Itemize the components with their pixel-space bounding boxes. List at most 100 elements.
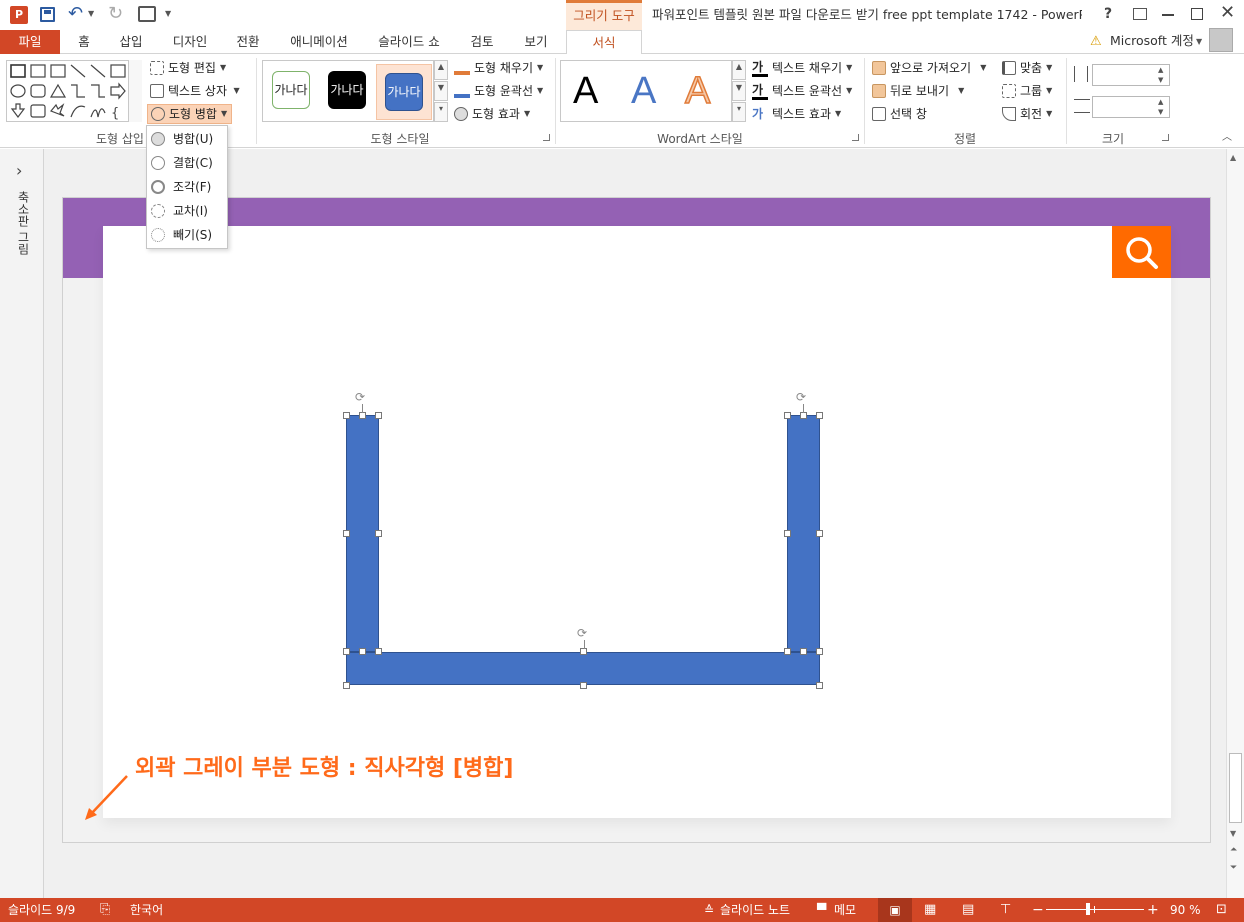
scroll-thumb[interactable] — [1229, 753, 1242, 823]
comments-icon[interactable]: ▀ — [817, 898, 826, 922]
notes-icon[interactable]: ≙ — [704, 898, 714, 922]
selection-handle[interactable] — [343, 682, 350, 689]
text-fill-button[interactable]: 가 텍스트 채우기 ▼ — [752, 58, 852, 78]
tab-format[interactable]: 서식 — [566, 30, 642, 55]
previous-slide-icon[interactable]: ⏶ — [1230, 845, 1237, 855]
bottom-horizontal-rectangle[interactable] — [346, 652, 820, 685]
tab-view[interactable]: 보기 — [514, 30, 558, 54]
wordart-scroll-down[interactable]: ▼ — [732, 81, 746, 101]
zoom-slider-thumb[interactable] — [1086, 903, 1090, 915]
bring-forward-button[interactable]: 앞으로 가져오기 ▼ — [872, 58, 986, 78]
wordart-gallery[interactable]: A A A — [560, 60, 732, 122]
text-box-button[interactable]: 텍스트 상자 ▼ — [150, 81, 240, 101]
selection-handle[interactable] — [375, 412, 382, 419]
selection-handle[interactable] — [816, 412, 823, 419]
shape-outline-button[interactable]: 도형 윤곽선 ▼ — [454, 81, 543, 101]
redo-icon[interactable]: ↻ — [108, 3, 123, 24]
rotate-button[interactable]: 회전 ▼ — [1002, 104, 1052, 124]
merge-combine-item[interactable]: 결합(C) — [151, 152, 213, 174]
edit-shape-button[interactable]: 도형 편집 ▼ — [150, 58, 226, 78]
selection-handle[interactable] — [343, 412, 350, 419]
comments-button[interactable]: 메모 — [834, 898, 856, 922]
shape-style-sample-black[interactable]: 가나다 — [328, 71, 366, 109]
wordart-scroll-up[interactable]: ▲ — [732, 60, 746, 80]
merge-shapes-button[interactable]: 도형 병합 ▼ — [147, 104, 233, 124]
shape-fill-button[interactable]: 도형 채우기 ▼ — [454, 58, 543, 78]
close-button[interactable]: ✕ — [1220, 2, 1235, 23]
rotation-handle-icon[interactable]: ⟳ — [577, 626, 587, 640]
customize-qat-icon[interactable]: ▼ — [165, 9, 171, 18]
selection-handle[interactable] — [343, 530, 350, 537]
scroll-down-arrow[interactable]: ▼ — [1230, 829, 1236, 838]
restore-button[interactable] — [1191, 8, 1203, 20]
ribbon-display-options-icon[interactable] — [1133, 8, 1147, 20]
shape-style-more[interactable]: ▾ — [434, 102, 448, 122]
reading-view-button[interactable]: ▤ — [962, 898, 974, 922]
align-button[interactable]: 맞춤 ▼ — [1002, 58, 1052, 78]
selection-handle[interactable] — [359, 412, 366, 419]
scroll-up-arrow[interactable]: ▲ — [1230, 153, 1236, 162]
text-outline-button[interactable]: 가 텍스트 윤곽선 ▼ — [752, 81, 852, 101]
selection-pane-button[interactable]: 선택 창 — [872, 104, 927, 124]
selection-handle[interactable] — [816, 530, 823, 537]
notes-button[interactable]: 슬라이드 노트 — [720, 898, 790, 922]
selection-handle[interactable] — [816, 648, 823, 655]
fit-to-window-icon[interactable]: ⊡ — [1216, 898, 1227, 922]
selection-handle[interactable] — [375, 648, 382, 655]
shapes-gallery-scroll[interactable] — [128, 60, 142, 122]
avatar[interactable] — [1209, 28, 1233, 52]
send-backward-button[interactable]: 뒤로 보내기 ▼ — [872, 81, 964, 101]
undo-dropdown-icon[interactable]: ▼ — [88, 9, 94, 18]
slide-canvas[interactable]: ⟳ ⟳ ⟳ 외곽 그레이 부분 도형 : 직사각형 [병합] — [62, 197, 1211, 843]
shape-style-gallery[interactable]: 가나다 가나다 가나다 — [262, 60, 434, 122]
help-button[interactable]: ? — [1104, 6, 1112, 22]
shapes-gallery[interactable]: { — [6, 60, 142, 122]
group-button[interactable]: 그룹 ▼ — [1002, 81, 1052, 101]
tab-home[interactable]: 홈 — [64, 30, 104, 54]
dialog-launcher-icon[interactable] — [852, 134, 859, 141]
present-icon[interactable] — [138, 6, 156, 22]
merge-subtract-item[interactable]: 빼기(S) — [151, 224, 212, 246]
wordart-sample-black[interactable]: A — [573, 69, 598, 113]
wordart-more[interactable]: ▾ — [732, 102, 746, 122]
normal-view-button[interactable]: ▣ — [878, 898, 912, 922]
shape-style-sample-outline[interactable]: 가나다 — [272, 71, 310, 109]
merge-union-item[interactable]: 병합(U) — [151, 128, 213, 150]
selection-handle[interactable] — [784, 648, 791, 655]
text-effects-button[interactable]: 가 텍스트 효과 ▼ — [752, 104, 841, 124]
vertical-scrollbar[interactable]: ▲ ▼ ⏶ ⏷ — [1226, 149, 1244, 898]
selection-handle[interactable] — [784, 530, 791, 537]
zoom-slider[interactable] — [1046, 903, 1144, 915]
tab-insert[interactable]: 삽입 — [110, 30, 152, 54]
tab-transitions[interactable]: 전환 — [226, 30, 270, 54]
collapse-ribbon-icon[interactable]: ︿ — [1222, 128, 1232, 143]
selection-handle[interactable] — [343, 648, 350, 655]
account-dropdown-icon[interactable]: ▼ — [1196, 37, 1202, 46]
zoom-out-button[interactable]: − — [1032, 898, 1044, 922]
minimize-button[interactable] — [1162, 14, 1174, 16]
slideshow-view-button[interactable]: ⊤ — [1000, 898, 1011, 922]
selection-handle[interactable] — [816, 682, 823, 689]
powerpoint-app-icon[interactable]: P — [10, 6, 28, 24]
shape-style-sample-blue-selected[interactable]: 가나다 — [376, 64, 432, 120]
tab-slideshow[interactable]: 슬라이드 쇼 — [370, 30, 448, 54]
next-slide-icon[interactable]: ⏷ — [1230, 863, 1237, 873]
selection-handle[interactable] — [375, 530, 382, 537]
tab-design[interactable]: 디자인 — [162, 30, 218, 54]
undo-icon[interactable]: ↶ — [68, 3, 83, 24]
shape-style-scroll-down[interactable]: ▼ — [434, 81, 448, 101]
zoom-level[interactable]: 90 % — [1170, 898, 1201, 922]
expand-thumbnail-icon[interactable]: › — [16, 161, 22, 180]
selection-handle[interactable] — [784, 412, 791, 419]
save-icon[interactable] — [40, 7, 55, 22]
dialog-launcher-icon[interactable] — [543, 134, 550, 141]
thumbnail-pane-collapsed[interactable]: › 축소판 그림 — [0, 149, 44, 898]
selection-handle[interactable] — [580, 682, 587, 689]
language-indicator[interactable]: 한국어 — [130, 898, 163, 922]
spell-check-icon[interactable]: ⎘ — [100, 898, 110, 922]
dialog-launcher-icon[interactable] — [1162, 134, 1169, 141]
selection-handle[interactable] — [359, 648, 366, 655]
selection-handle[interactable] — [800, 412, 807, 419]
merge-intersect-item[interactable]: 교차(I) — [151, 200, 208, 222]
tab-file[interactable]: 파일 — [0, 30, 60, 54]
